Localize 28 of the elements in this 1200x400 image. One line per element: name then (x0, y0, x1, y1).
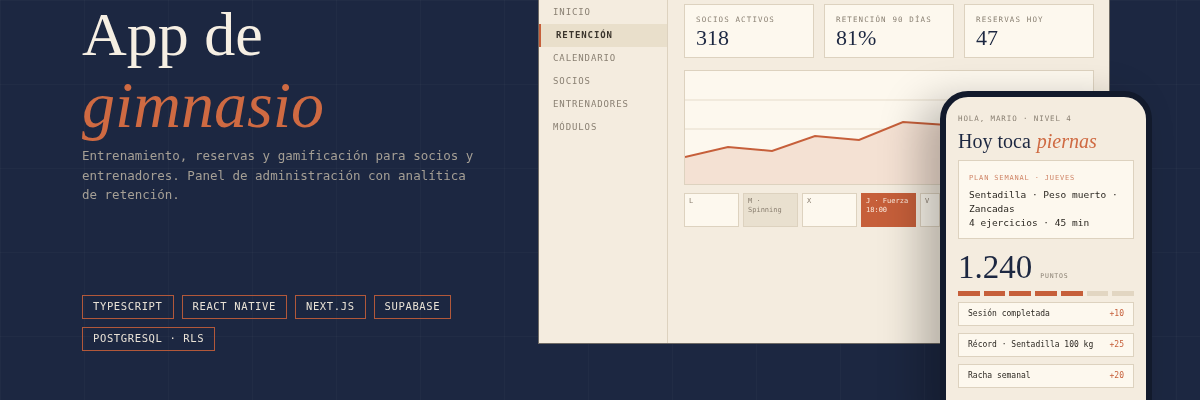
reward-label: Récord · Sentadilla 100 kg (968, 338, 1094, 351)
sidebar-item[interactable]: ENTRENADORES (539, 93, 667, 116)
plan-exercises: Sentadilla · Peso muerto · Zancadas (969, 187, 1119, 216)
reward-points: +25 (1109, 338, 1124, 351)
hero-description: Entrenamiento, reservas y gamificación para socios y entrenadores. Panel de administración con analítica de retención. (82, 147, 475, 204)
tech-tag: REACT NATIVE (181, 294, 287, 319)
points-value: 1.240 (958, 247, 1033, 287)
sidebar-item[interactable]: MÓDULOS (539, 116, 667, 139)
hero-title: App de (82, 0, 264, 68)
tech-tag: NEXT.JS (294, 294, 366, 319)
phone-title-accent: piernas (1036, 129, 1097, 155)
sidebar-item[interactable]: INICIO (539, 1, 667, 24)
sidebar-item[interactable]: SOCIOS (539, 70, 667, 93)
reward-points: +20 (1109, 369, 1124, 382)
reward-points: +10 (1109, 307, 1124, 320)
stat-value: 318 (696, 25, 730, 52)
sidebar-item[interactable]: CALENDARIO (539, 47, 667, 70)
stat-value: 47 (976, 25, 999, 52)
reward-label: Racha semanal (968, 369, 1031, 382)
stat-value: 81% (836, 25, 878, 52)
phone-title: Hoy toca (958, 129, 1031, 155)
sidebar-item[interactable]: RETENCIÓN (539, 24, 667, 47)
tech-tag: POSTGRESQL · RLS (82, 326, 216, 351)
plan-summary: 4 ejercicios · 45 min (969, 215, 1091, 230)
tech-tag: TYPESCRIPT (82, 294, 174, 319)
tech-tag: SUPABASE (373, 294, 452, 319)
reward-label: Sesión completada (968, 307, 1050, 320)
hero-title-accent: gimnasio (82, 68, 326, 142)
